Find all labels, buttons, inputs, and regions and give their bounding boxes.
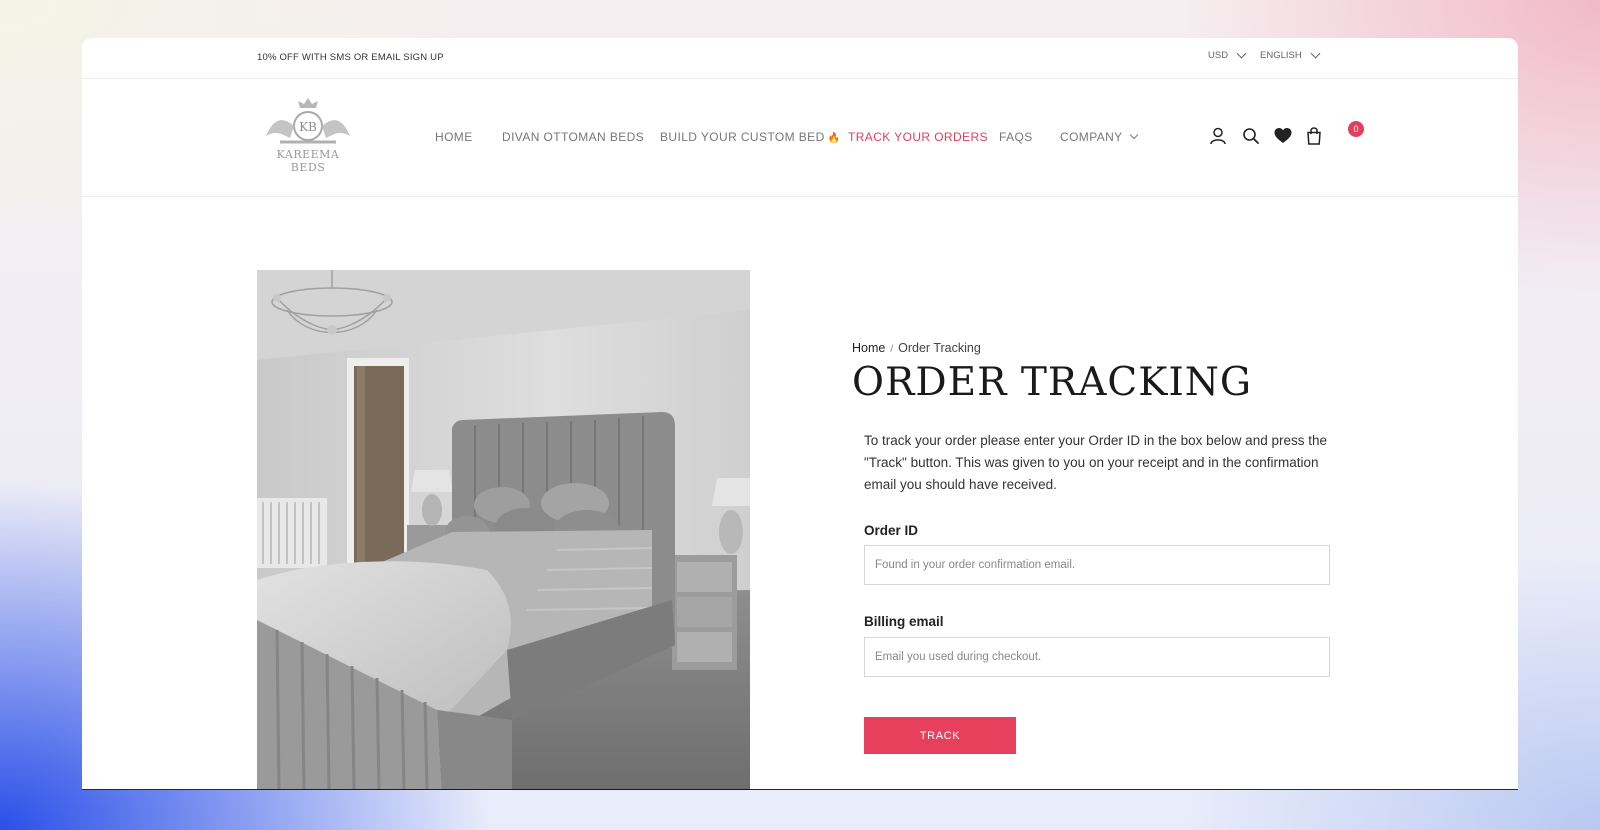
heart-icon[interactable] (1273, 126, 1293, 146)
billing-email-input[interactable] (864, 637, 1330, 677)
logo-text: KAREEMA BEDS (276, 148, 340, 174)
breadcrumb-home-link[interactable]: Home (852, 341, 885, 355)
nav-build-custom-bed[interactable]: BUILD YOUR CUSTOM BED 🔥 (660, 130, 841, 144)
nav-track-orders[interactable]: TRACK YOUR ORDERS (848, 130, 988, 144)
order-id-label: Order ID (864, 523, 919, 538)
nav-faqs[interactable]: FAQS (999, 130, 1033, 144)
bedroom-photo (257, 270, 750, 790)
track-button[interactable]: TRACK (864, 717, 1016, 754)
cart-icon[interactable] (1304, 126, 1324, 146)
breadcrumb: Home / Order Tracking (852, 341, 981, 355)
language-selector[interactable]: ENGLISH (1260, 48, 1321, 61)
nav-build-custom-bed-label: BUILD YOUR CUSTOM BED (660, 130, 825, 144)
announcement-bar: 10% OFF WITH SMS OR EMAIL SIGN UP USD EN… (82, 38, 1518, 79)
crest-icon: KB (266, 98, 350, 144)
currency-selector[interactable]: USD (1208, 48, 1247, 61)
breadcrumb-separator: / (890, 344, 894, 355)
breadcrumb-current: Order Tracking (898, 341, 981, 355)
chevron-down-icon (1129, 130, 1138, 140)
site-logo[interactable]: KB KAREEMA BEDS (260, 96, 356, 174)
bedroom-image (257, 270, 750, 790)
nav-divan-ottoman-beds[interactable]: DIVAN OTTOMAN BEDS (502, 130, 644, 144)
site-header: KB KAREEMA BEDS HOME DIVAN OTTOMAN BEDS … (82, 78, 1518, 197)
account-icon[interactable] (1208, 126, 1228, 146)
promo-text: 10% OFF WITH SMS OR EMAIL SIGN UP (257, 52, 444, 63)
window-bottom-edge (82, 789, 1518, 790)
currency-label: USD (1208, 50, 1229, 61)
cart-count-badge: 0 (1348, 121, 1364, 137)
fire-icon: 🔥 (827, 133, 841, 144)
search-icon[interactable] (1241, 126, 1261, 146)
chevron-down-icon (1236, 48, 1247, 59)
nav-company[interactable]: COMPANY (1060, 130, 1138, 144)
nav-home[interactable]: HOME (435, 130, 473, 144)
order-id-input[interactable] (864, 545, 1330, 585)
billing-email-label: Billing email (864, 614, 944, 629)
browser-window: 10% OFF WITH SMS OR EMAIL SIGN UP USD EN… (82, 38, 1518, 790)
intro-text: To track your order please enter your Or… (864, 433, 1327, 492)
nav-company-label: COMPANY (1060, 130, 1123, 144)
chevron-down-icon (1310, 48, 1321, 59)
logo-monogram: KB (299, 120, 317, 134)
page-title: ORDER TRACKING (852, 360, 1253, 405)
language-label: ENGLISH (1260, 50, 1302, 61)
